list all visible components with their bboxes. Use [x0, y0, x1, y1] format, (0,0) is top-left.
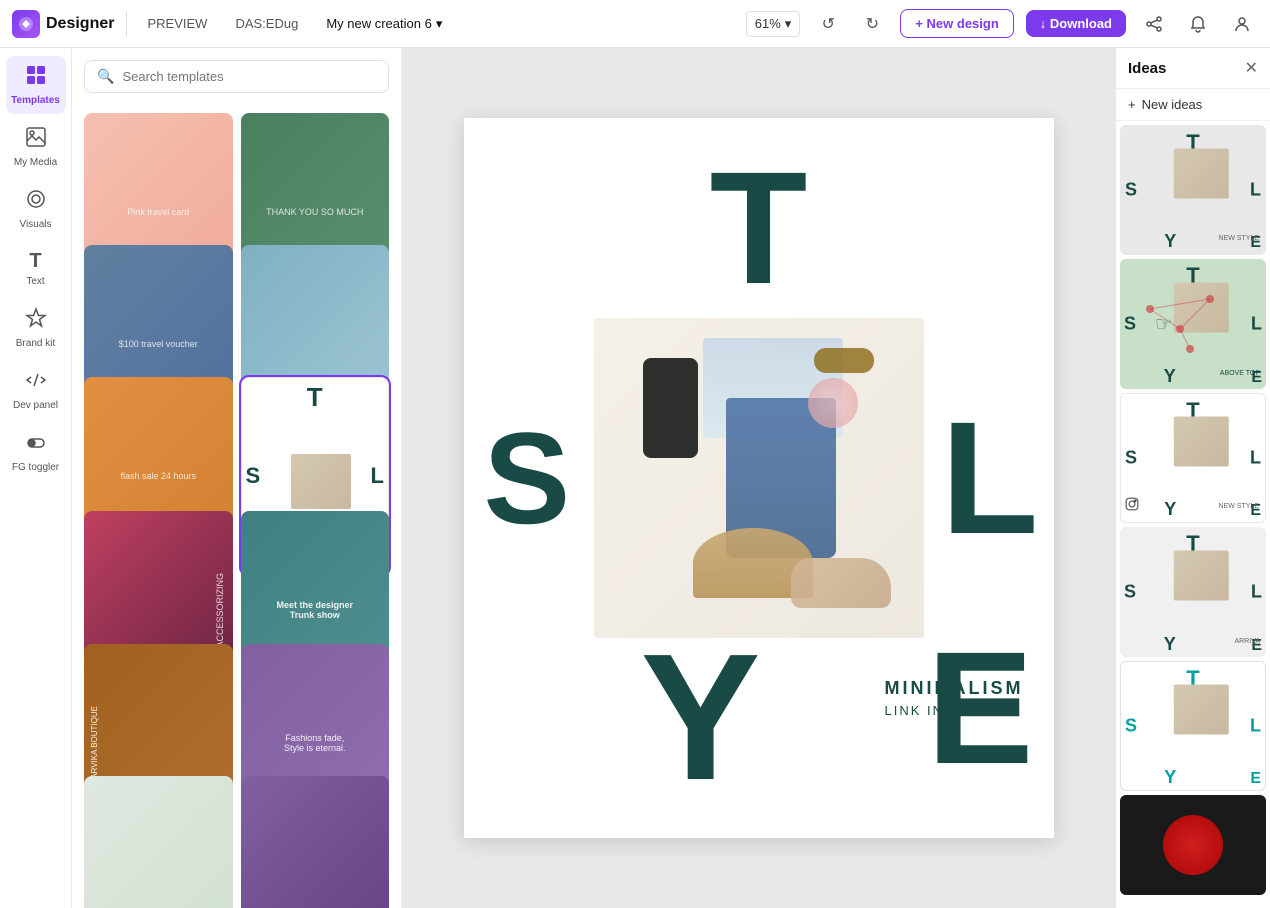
ideas-title: Ideas [1128, 60, 1166, 77]
dev-panel-label: Dev panel [13, 400, 58, 411]
brand-kit-label: Brand kit [16, 338, 55, 349]
brand-kit-icon [25, 307, 47, 335]
preview-tab[interactable]: PREVIEW [139, 12, 215, 35]
shoes-item [791, 558, 891, 608]
sidebar-item-brand-kit[interactable]: Brand kit [6, 299, 66, 357]
idea-card[interactable]: T S L Y E NEW STYLE [1120, 125, 1266, 255]
fg-toggler-label: FG toggler [12, 462, 59, 473]
divider-1 [126, 12, 127, 36]
canvas-text-block: MINIMALISM LINK IN BIO [885, 678, 1024, 718]
flower-item [808, 378, 858, 428]
main-layout: Templates My Media Visuals T [0, 48, 1270, 908]
my-media-icon [25, 126, 47, 154]
app-logo[interactable]: Designer [12, 10, 114, 38]
canvas-link-text: LINK IN BIO [885, 703, 1024, 718]
phone-item [643, 358, 698, 458]
canvas-area[interactable]: T S L Y E [402, 48, 1115, 908]
templates-icon [25, 64, 47, 92]
visuals-label: Visuals [19, 219, 51, 230]
my-media-label: My Media [14, 157, 57, 168]
sidebar-item-dev-panel[interactable]: Dev panel [6, 361, 66, 419]
ideas-grid: T S L Y E NEW STYLE ☞ T S L Y E [1116, 121, 1270, 908]
sidebar-item-fg-toggler[interactable]: FG toggler [6, 423, 66, 481]
search-input[interactable] [122, 69, 376, 84]
template-card[interactable] [84, 776, 233, 908]
canvas-minimalism-text: MINIMALISM [885, 678, 1024, 699]
canvas-letter-S: S [484, 413, 571, 543]
topbar: Designer PREVIEW DAS:EDug My new creatio… [0, 0, 1270, 48]
idea-card[interactable]: T S L Y E NEW STYLE [1120, 393, 1266, 523]
sidebar-item-text[interactable]: T Text [6, 242, 66, 295]
canvas-design: T S L Y E [464, 118, 1054, 838]
ideas-header: Ideas ✕ [1116, 48, 1270, 89]
idea-card[interactable]: T S L Y E [1120, 661, 1266, 791]
fashion-items [594, 318, 924, 638]
notifications-icon[interactable] [1182, 8, 1214, 40]
canvas-letter-Y: Y [641, 628, 761, 808]
app-name: Designer [46, 15, 114, 33]
share-icon[interactable] [1138, 8, 1170, 40]
new-design-button[interactable]: + New design [900, 9, 1013, 38]
logo-icon [12, 10, 40, 38]
sidebar-item-templates[interactable]: Templates [6, 56, 66, 114]
fg-toggler-icon [25, 431, 47, 459]
cursor-hand-icon: ☞ [1155, 312, 1173, 337]
templates-label: Templates [11, 95, 60, 106]
zoom-control[interactable]: 61% ▾ [746, 11, 801, 37]
template-card[interactable] [241, 776, 390, 908]
text-icon: T [29, 250, 41, 273]
idea-card[interactable] [1120, 795, 1266, 895]
dev-panel-icon [25, 369, 47, 397]
new-ideas-label: New ideas [1142, 97, 1203, 112]
new-ideas-button[interactable]: + New ideas [1116, 89, 1270, 121]
dasedug-tab[interactable]: DAS:EDug [227, 12, 306, 35]
templates-panel-header: 🔍 [72, 48, 401, 105]
canvas-wrapper: T S L Y E [464, 118, 1054, 838]
canvas-photo [594, 318, 924, 638]
idea-card[interactable]: ☞ T S L Y E [1120, 259, 1266, 389]
ideas-close-button[interactable]: ✕ [1245, 58, 1258, 78]
visuals-icon [25, 188, 47, 216]
canvas-letter-T: T [710, 148, 808, 308]
icon-sidebar: Templates My Media Visuals T [0, 48, 72, 908]
sidebar-item-my-media[interactable]: My Media [6, 118, 66, 176]
ideas-panel: Ideas ✕ + New ideas T S L Y E NEW STYLE [1115, 48, 1270, 908]
templates-panel: 🔍 Pink travel card THANK YOU SO MUCH $10… [72, 48, 402, 908]
text-label: Text [26, 276, 44, 287]
sidebar-item-visuals[interactable]: Visuals [6, 180, 66, 238]
search-icon: 🔍 [97, 68, 114, 85]
sunglasses-item [814, 348, 874, 373]
undo-button[interactable]: ↺ [812, 8, 844, 40]
project-name[interactable]: My new creation 6 ▾ [318, 12, 450, 36]
download-button[interactable]: ↓ Download [1026, 10, 1126, 37]
idea-card[interactable]: T S L Y E ARRIVA [1120, 527, 1266, 657]
templates-grid: Pink travel card THANK YOU SO MUCH $100 … [72, 105, 401, 908]
redo-button[interactable]: ↻ [856, 8, 888, 40]
account-icon[interactable] [1226, 8, 1258, 40]
search-box[interactable]: 🔍 [84, 60, 389, 93]
canvas-letter-L: L [941, 398, 1039, 558]
